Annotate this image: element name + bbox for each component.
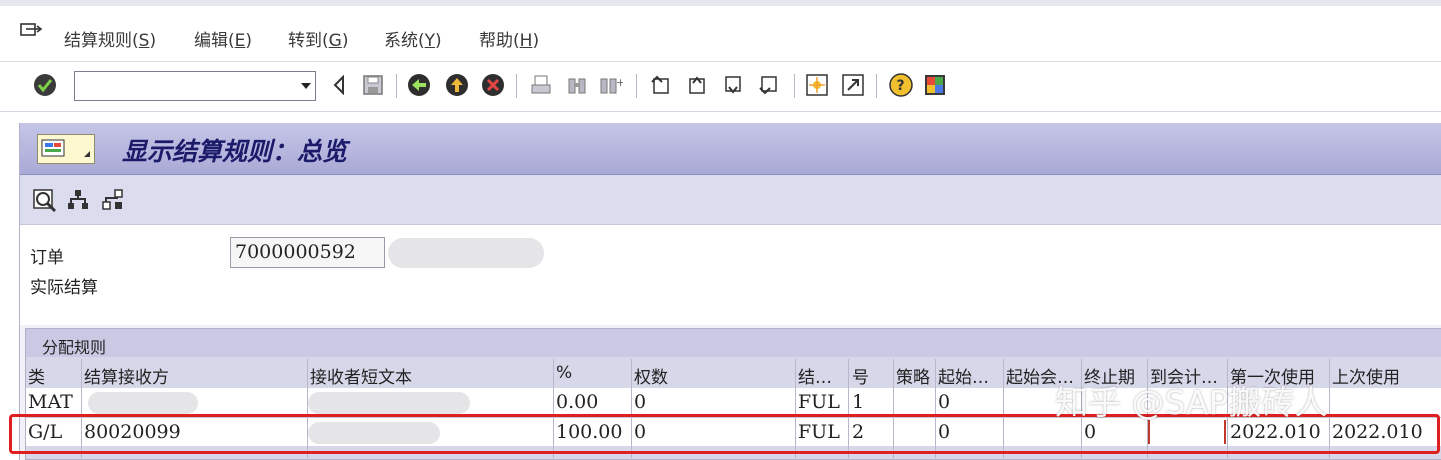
page-title: 显示结算规则：总览 bbox=[122, 137, 348, 166]
menu-help[interactable]: 帮助(H) bbox=[479, 26, 539, 51]
cell-last-used[interactable] bbox=[1330, 388, 1440, 417]
svg-text:?: ? bbox=[897, 78, 905, 94]
menu-bar: 结算规则(S) 编辑(E) 转到(G) 系统(Y) 帮助(H) bbox=[0, 0, 1441, 62]
settlement-type-label: 实际结算 bbox=[30, 278, 98, 298]
shortcut-icon[interactable] bbox=[840, 72, 866, 98]
distribution-rules-table: 分配规则 类 结算接收方 接收者短文本 % 权数 结… 号 策略 起始… 起始会… bbox=[25, 328, 1441, 460]
cell-receiver[interactable]: 80020099 bbox=[82, 418, 306, 447]
cancel-icon[interactable] bbox=[480, 72, 506, 98]
redacted-short-text bbox=[308, 422, 440, 444]
new-session-icon[interactable] bbox=[804, 72, 830, 98]
detail-view-icon[interactable] bbox=[32, 187, 58, 213]
screen-title-bar: 显示结算规则：总览 bbox=[20, 123, 1441, 175]
collapse-arrow-icon[interactable] bbox=[326, 72, 352, 98]
cell-percent[interactable]: 0.00 bbox=[554, 388, 630, 417]
cell-number[interactable]: 1 bbox=[850, 388, 892, 417]
column-header[interactable]: 起始… bbox=[936, 359, 1002, 387]
help-icon[interactable]: ? bbox=[888, 72, 914, 98]
customize-layout-icon[interactable] bbox=[922, 72, 948, 98]
cell-to-period[interactable]: 0 bbox=[1082, 418, 1146, 447]
cell-weight[interactable]: 0 bbox=[632, 418, 794, 447]
cell-category[interactable]: G/L bbox=[26, 418, 80, 447]
screen-area: 显示结算规则：总览 订单 7000000592 实际结算 分配规则 类 结算接收… bbox=[19, 123, 1441, 460]
svg-text:+: + bbox=[616, 76, 623, 89]
structure-icon[interactable] bbox=[100, 187, 126, 213]
screen-menu-icon[interactable] bbox=[37, 134, 95, 164]
cell-settlement-type[interactable]: FUL bbox=[796, 388, 846, 417]
table-row[interactable]: G/L 80020099 100.00 0 FUL 2 0 0 2022.010… bbox=[26, 417, 1441, 446]
exit-icon[interactable] bbox=[444, 72, 470, 98]
menu-settlement-rule[interactable]: 结算规则(S) bbox=[64, 26, 156, 51]
command-field[interactable] bbox=[74, 71, 316, 101]
cursor-cell[interactable] bbox=[1148, 420, 1226, 444]
cell-settlement-type[interactable]: FUL bbox=[796, 418, 846, 447]
redacted-order-text bbox=[388, 238, 544, 268]
cell-to-fiscal-year[interactable] bbox=[1148, 388, 1226, 417]
order-label: 订单 bbox=[30, 248, 64, 268]
menu-exit-icon[interactable] bbox=[20, 23, 43, 41]
cell-last-used[interactable]: 2022.010 bbox=[1330, 418, 1440, 447]
cell-to-period[interactable] bbox=[1082, 388, 1146, 417]
column-header[interactable]: 上次使用 bbox=[1330, 359, 1440, 387]
cell-category[interactable]: MAT bbox=[26, 388, 80, 417]
menu-edit[interactable]: 编辑(E) bbox=[194, 26, 252, 51]
column-header[interactable]: 结… bbox=[796, 359, 846, 387]
previous-page-icon[interactable] bbox=[684, 72, 710, 98]
find-icon[interactable] bbox=[564, 72, 590, 98]
save-icon[interactable] bbox=[360, 72, 386, 98]
find-next-icon[interactable]: + bbox=[598, 72, 624, 98]
enter-icon[interactable] bbox=[32, 72, 58, 98]
cell-from-period[interactable]: 0 bbox=[936, 388, 1002, 417]
redacted-short-text bbox=[308, 392, 470, 414]
back-icon[interactable] bbox=[406, 72, 432, 98]
cell-from-fiscal-year[interactable] bbox=[1004, 388, 1080, 417]
column-header[interactable]: 类 bbox=[26, 359, 80, 387]
order-field[interactable]: 7000000592 bbox=[230, 237, 385, 268]
column-header[interactable]: 接收者短文本 bbox=[308, 359, 552, 387]
column-header[interactable]: 起始会… bbox=[1004, 359, 1080, 387]
standard-toolbar: + ? bbox=[0, 62, 1441, 112]
cell-strategy[interactable] bbox=[894, 418, 934, 447]
next-page-icon[interactable] bbox=[720, 72, 746, 98]
cell-number[interactable]: 2 bbox=[850, 418, 892, 447]
hierarchy-icon[interactable] bbox=[65, 187, 91, 213]
chevron-down-icon[interactable] bbox=[301, 83, 311, 89]
cell-first-used[interactable] bbox=[1228, 388, 1328, 417]
column-header[interactable]: 号 bbox=[850, 359, 892, 387]
column-header[interactable]: 结算接收方 bbox=[82, 359, 306, 387]
menu-system[interactable]: 系统(Y) bbox=[384, 26, 442, 51]
cell-first-used[interactable]: 2022.010 bbox=[1228, 418, 1328, 447]
first-page-icon[interactable] bbox=[648, 72, 674, 98]
table-row[interactable]: MAT 0.00 0 FUL 1 0 bbox=[26, 388, 1441, 417]
column-header[interactable]: 权数 bbox=[632, 359, 794, 387]
column-header[interactable]: 第一次使用 bbox=[1228, 359, 1328, 387]
cell-strategy[interactable] bbox=[894, 388, 934, 417]
redacted-receiver bbox=[88, 392, 198, 414]
column-header[interactable]: 终止期 bbox=[1082, 359, 1146, 387]
last-page-icon[interactable] bbox=[756, 72, 782, 98]
header-area: 订单 7000000592 实际结算 bbox=[20, 225, 1441, 325]
table-title: 分配规则 bbox=[26, 329, 1441, 357]
cell-from-period[interactable]: 0 bbox=[936, 418, 1002, 447]
cell-percent[interactable]: 100.00 bbox=[554, 418, 630, 447]
cell-to-fiscal-year[interactable] bbox=[1150, 420, 1224, 449]
column-header[interactable]: 策略 bbox=[894, 359, 934, 387]
cell-weight[interactable]: 0 bbox=[632, 388, 794, 417]
print-icon[interactable] bbox=[528, 72, 554, 98]
menu-goto[interactable]: 转到(G) bbox=[288, 26, 348, 51]
column-header[interactable]: 到会计… bbox=[1148, 359, 1226, 387]
application-toolbar bbox=[20, 175, 1441, 225]
column-header[interactable]: % bbox=[554, 359, 630, 387]
cell-from-fiscal-year[interactable] bbox=[1004, 418, 1080, 447]
